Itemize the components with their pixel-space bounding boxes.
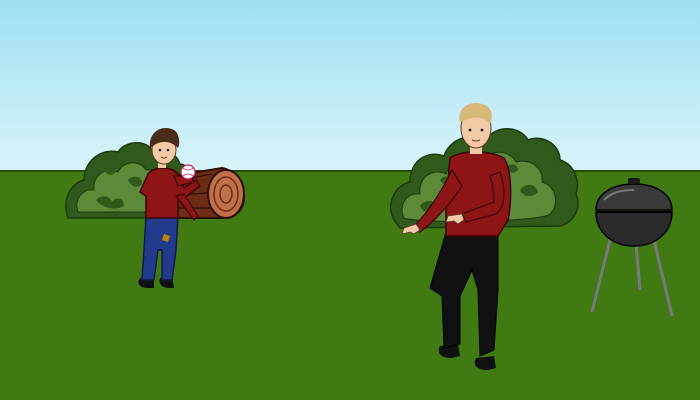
scene-illustration [0, 0, 700, 400]
backyard-scene [0, 0, 700, 400]
sky [0, 0, 700, 172]
